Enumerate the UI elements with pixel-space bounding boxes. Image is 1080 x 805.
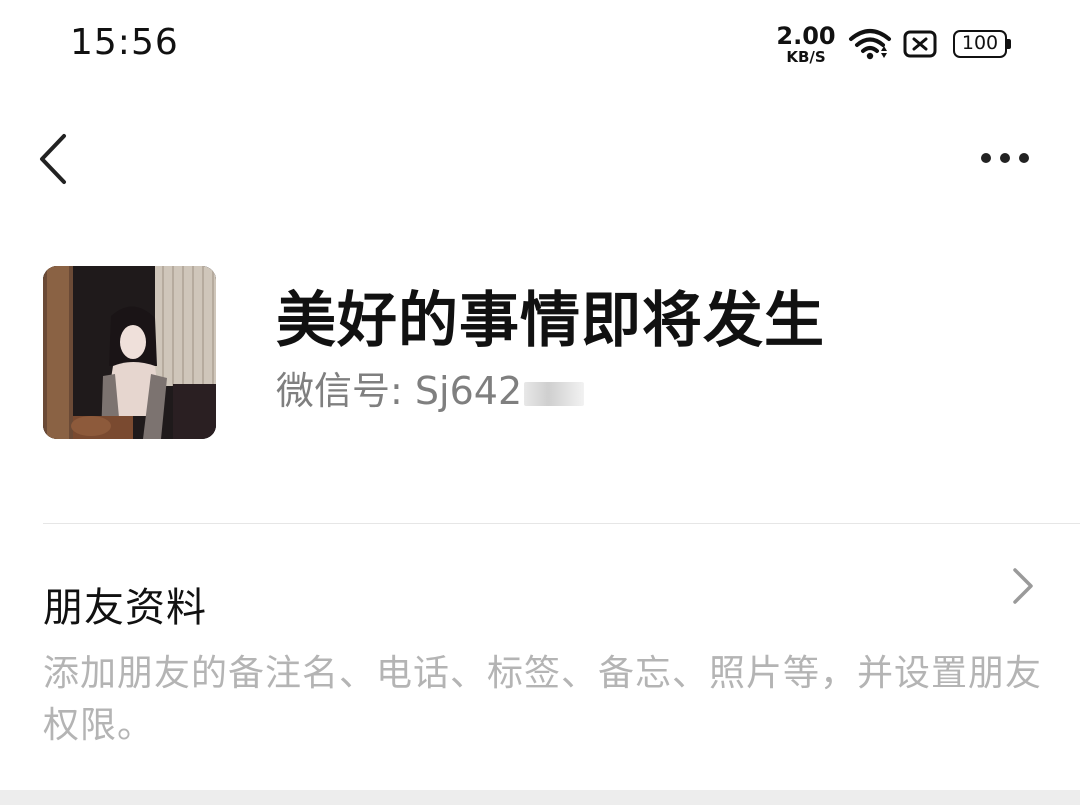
wechat-id-redaction: [524, 381, 585, 406]
avatar[interactable]: [43, 266, 216, 439]
battery-icon: 100: [953, 30, 1011, 58]
friend-settings-description: 添加朋友的备注名、电话、标签、备忘、照片等，并设置朋友权限。: [43, 653, 1043, 746]
more-button[interactable]: [975, 140, 1035, 176]
sim-x-icon: [903, 30, 937, 58]
network-speed: 2.00 KB/S: [776, 24, 836, 65]
status-bar: 15:56 2.00 KB/S 100: [0, 0, 1080, 90]
back-button[interactable]: [30, 130, 80, 188]
wechat-id[interactable]: 微信号: Sj642: [276, 360, 585, 415]
avatar-photo: [43, 266, 216, 439]
section-divider: [43, 523, 1080, 524]
network-speed-unit: KB/S: [786, 48, 826, 66]
network-speed-value: 2.00: [776, 22, 836, 50]
battery-nub: [1007, 39, 1011, 49]
wechat-id-value: Sj642: [414, 369, 523, 413]
wechat-id-label: 微信号:: [276, 369, 403, 413]
chevron-right-icon: [1013, 568, 1033, 604]
status-time: 15:56: [70, 22, 179, 63]
friend-settings-title: 朋友资料: [43, 585, 207, 631]
contact-profile-page: 15:56 2.00 KB/S 100 美好的事情即将发生 微信号: Sj642…: [0, 0, 1080, 805]
display-name: 美好的事情即将发生: [276, 286, 825, 356]
friend-settings-row[interactable]: 朋友资料 添加朋友的备注名、电话、标签、备忘、照片等，并设置朋友权限。: [0, 540, 1080, 750]
chevron-left-icon: [40, 134, 66, 184]
wifi-icon: [849, 29, 891, 60]
bottom-section-gap: [0, 790, 1080, 805]
battery-level: 100: [961, 32, 999, 54]
more-dots-icon: [981, 153, 1029, 163]
